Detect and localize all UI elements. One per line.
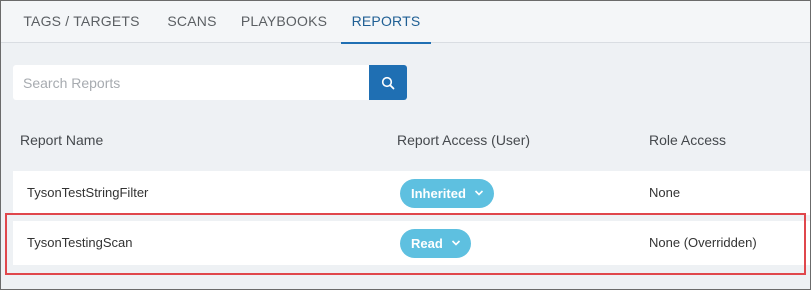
column-header-report-name[interactable]: Report Name [20,132,103,148]
report-name-cell: TysonTestStringFilter [27,185,149,200]
table-row[interactable]: TysonTestStringFilter Inherited None [13,171,810,215]
chevron-down-icon [474,190,483,196]
role-access-cell: None [649,185,681,200]
tab-tags-targets[interactable]: TAGS / TARGETS [13,1,150,43]
access-dropdown-label: Read [411,236,443,251]
report-name-cell: TysonTestingScan [27,235,133,250]
tab-scans[interactable]: SCANS [161,1,223,43]
access-dropdown[interactable]: Inherited [400,179,494,208]
reports-panel: TAGS / TARGETS SCANS PLAYBOOKS REPORTS R… [0,0,811,290]
search-icon [381,76,395,89]
access-dropdown-label: Inherited [411,186,466,201]
tab-reports[interactable]: REPORTS [341,1,431,44]
search-button[interactable] [369,65,407,100]
search-input[interactable] [13,65,371,100]
column-header-role-access[interactable]: Role Access [649,132,726,148]
tab-bar: TAGS / TARGETS SCANS PLAYBOOKS REPORTS [1,1,810,44]
table-row[interactable]: TysonTestingScan Read None (Overridden) [13,221,810,265]
column-header-report-access[interactable]: Report Access (User) [397,132,530,148]
tab-playbooks[interactable]: PLAYBOOKS [239,1,329,43]
access-dropdown[interactable]: Read [400,229,471,258]
chevron-down-icon [451,240,460,246]
role-access-cell: None (Overridden) [649,235,757,250]
